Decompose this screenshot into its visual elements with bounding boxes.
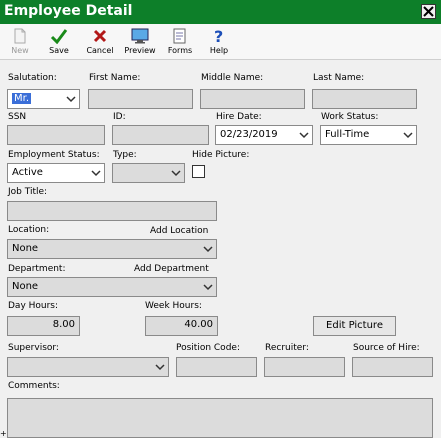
chevron-down-icon: [91, 170, 101, 177]
week-hours-field[interactable]: 40.00: [145, 316, 218, 336]
recruiter-label: Recruiter:: [265, 343, 309, 353]
work-status-label: Work Status:: [321, 112, 379, 122]
question-mark-icon: ?: [214, 27, 223, 45]
work-status-value: Full-Time: [325, 129, 370, 140]
hire-date-label: Hire Date:: [216, 112, 262, 122]
comments-field[interactable]: [7, 398, 433, 438]
recruiter-field[interactable]: [264, 357, 345, 377]
type-label: Type:: [113, 150, 137, 160]
chevron-down-icon: [155, 364, 165, 371]
source-of-hire-label: Source of Hire:: [353, 343, 420, 353]
chevron-down-icon: [66, 96, 76, 103]
chevron-down-icon: [203, 284, 213, 291]
preview-label: Preview: [124, 46, 156, 55]
monitor-icon: [131, 28, 149, 44]
add-department-link[interactable]: Add Department: [134, 264, 209, 274]
toolbar: New Save Cancel Preview Forms ? Help: [0, 24, 441, 60]
close-button[interactable]: [421, 4, 436, 19]
salutation-label: Salutation:: [8, 73, 57, 83]
forms-button[interactable]: Forms: [161, 27, 199, 59]
first-name-field[interactable]: [88, 89, 193, 109]
svg-text:?: ?: [214, 27, 223, 45]
last-name-label: Last Name:: [313, 73, 365, 83]
source-of-hire-field[interactable]: [352, 357, 433, 377]
job-title-label: Job Title:: [8, 187, 48, 197]
location-select[interactable]: None: [7, 239, 217, 259]
hire-date-picker[interactable]: 02/23/2019: [215, 125, 313, 145]
employment-status-label: Employment Status:: [8, 150, 100, 160]
week-hours-label: Week Hours:: [145, 301, 202, 311]
comments-label: Comments:: [8, 381, 60, 391]
middle-name-field[interactable]: [200, 89, 305, 109]
checkmark-icon: [50, 29, 68, 44]
salutation-value: Mr.: [12, 93, 31, 104]
ssn-field[interactable]: [7, 125, 105, 145]
forms-icon: [173, 28, 186, 44]
preview-button[interactable]: Preview: [121, 27, 159, 59]
department-select[interactable]: None: [7, 277, 217, 297]
chevron-down-icon: [203, 246, 213, 253]
salutation-select[interactable]: Mr.: [7, 89, 80, 109]
day-hours-label: Day Hours:: [8, 301, 59, 311]
supervisor-label: Supervisor:: [8, 343, 59, 353]
save-button[interactable]: Save: [40, 27, 78, 59]
hide-picture-label: Hide Picture:: [192, 150, 250, 160]
department-label: Department:: [8, 264, 66, 274]
supervisor-select[interactable]: [7, 357, 169, 377]
middle-name-label: Middle Name:: [201, 73, 264, 83]
add-location-link[interactable]: Add Location: [150, 226, 208, 236]
id-label: ID:: [113, 112, 126, 122]
hide-picture-checkbox[interactable]: [192, 165, 205, 178]
x-icon: [93, 29, 107, 43]
chevron-down-icon: [171, 170, 181, 177]
location-value: None: [12, 243, 39, 254]
job-title-field[interactable]: [7, 201, 217, 221]
ssn-label: SSN: [8, 112, 27, 122]
chevron-down-icon: [299, 132, 309, 139]
window-title: Employee Detail: [4, 3, 133, 19]
position-code-field[interactable]: [176, 357, 257, 377]
chevron-down-icon: [403, 132, 413, 139]
cancel-button[interactable]: Cancel: [81, 27, 119, 59]
employment-status-value: Active: [12, 167, 43, 178]
new-button[interactable]: New: [1, 27, 39, 59]
location-label: Location:: [8, 225, 50, 235]
first-name-label: First Name:: [89, 73, 141, 83]
day-hours-field[interactable]: 8.00: [7, 316, 80, 336]
forms-label: Forms: [167, 46, 193, 55]
department-value: None: [12, 281, 39, 292]
close-icon: [423, 6, 434, 17]
new-label: New: [11, 46, 29, 55]
help-button[interactable]: ? Help: [200, 27, 238, 59]
bottom-marker: +: [0, 429, 7, 438]
title-bar: Employee Detail: [0, 0, 441, 24]
employment-status-select[interactable]: Active: [7, 163, 105, 183]
cancel-label: Cancel: [86, 46, 114, 55]
help-label: Help: [209, 46, 229, 55]
hire-date-value: 02/23/2019: [220, 129, 278, 140]
work-status-select[interactable]: Full-Time: [320, 125, 417, 145]
edit-picture-button[interactable]: Edit Picture: [313, 316, 396, 336]
save-label: Save: [49, 46, 69, 55]
last-name-field[interactable]: [312, 89, 417, 109]
position-code-label: Position Code:: [176, 343, 240, 353]
new-doc-icon: [14, 28, 26, 44]
id-field[interactable]: [112, 125, 209, 145]
type-select[interactable]: [112, 163, 185, 183]
